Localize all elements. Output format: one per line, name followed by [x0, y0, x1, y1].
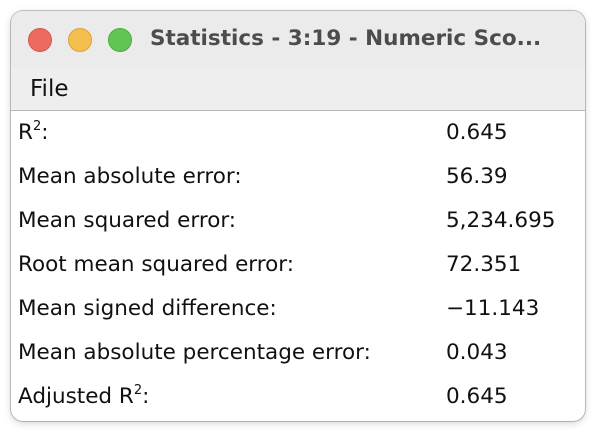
stat-row-r-squared: R2: 0.645 [11, 111, 585, 155]
stat-label-mean-absolute-percentage-error: Mean absolute percentage error: [18, 340, 371, 365]
window-title: Statistics - 3:19 - Numeric Sco... [150, 26, 542, 51]
stat-row-mean-absolute-error: Mean absolute error: 56.39 [11, 155, 585, 199]
stat-row-root-mean-squared-error: Root mean squared error: 72.351 [11, 243, 585, 287]
stat-value-r-squared: 0.645 [446, 120, 508, 145]
close-window-button[interactable] [28, 28, 52, 52]
stat-label-root-mean-squared-error: Root mean squared error: [18, 252, 294, 277]
stat-label-mean-absolute-error: Mean absolute error: [18, 164, 242, 189]
stat-value-mean-absolute-percentage-error: 0.043 [446, 340, 508, 365]
minimize-window-button[interactable] [68, 28, 92, 52]
title-bar[interactable]: Statistics - 3:19 - Numeric Sco... [11, 11, 585, 67]
stat-label-r-squared: R2: [18, 119, 49, 145]
stat-row-adjusted-r-squared: Adjusted R2: 0.645 [11, 375, 585, 419]
stat-value-adjusted-r-squared: 0.645 [446, 384, 508, 409]
stat-value-mean-signed-difference: −11.143 [446, 296, 540, 321]
statistics-window: Statistics - 3:19 - Numeric Sco... File … [11, 11, 585, 421]
stat-value-root-mean-squared-error: 72.351 [446, 252, 522, 277]
stat-label-mean-squared-error: Mean squared error: [18, 208, 237, 233]
stat-row-mean-squared-error: Mean squared error: 5,234.695 [11, 199, 585, 243]
stat-row-mean-absolute-percentage-error: Mean absolute percentage error: 0.043 [11, 331, 585, 375]
stat-row-mean-signed-difference: Mean signed difference: −11.143 [11, 287, 585, 331]
stat-label-adjusted-r-squared: Adjusted R2: [18, 383, 150, 409]
menu-bar: File [11, 67, 585, 111]
stat-label-mean-signed-difference: Mean signed difference: [18, 296, 277, 321]
stat-value-mean-absolute-error: 56.39 [446, 164, 508, 189]
menu-file[interactable]: File [30, 75, 69, 103]
maximize-window-button[interactable] [108, 28, 132, 52]
stat-value-mean-squared-error: 5,234.695 [446, 208, 556, 233]
